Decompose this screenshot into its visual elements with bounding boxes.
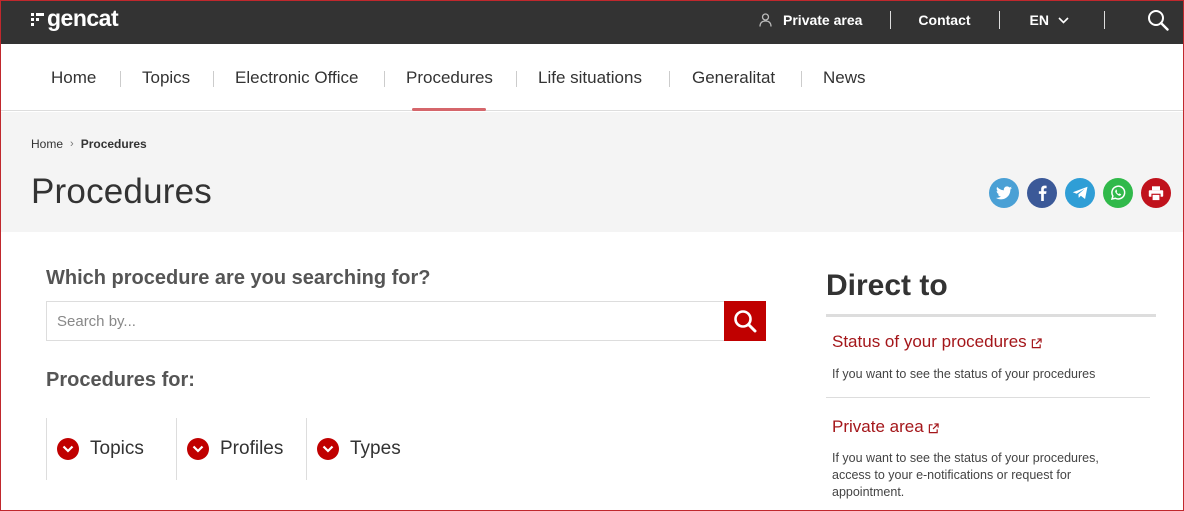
page-header: Home › Procedures Procedures <box>1 112 1183 232</box>
filter-profiles[interactable]: Profiles <box>176 418 306 480</box>
language-label: EN <box>1029 12 1049 28</box>
chevron-down-icon <box>57 438 79 460</box>
status-of-procedures-label: Status of your procedures <box>832 332 1027 351</box>
top-search-button[interactable] <box>1147 9 1169 31</box>
top-utility-nav: Private area Contact EN <box>759 1 1183 39</box>
filter-types-label: Types <box>350 438 401 459</box>
filter-types[interactable]: Types <box>306 418 436 480</box>
nav-item-topics[interactable]: Topics <box>142 68 190 88</box>
private-area-label: Private area <box>783 12 863 28</box>
logo-text: gencat <box>47 5 119 31</box>
status-of-procedures-link[interactable]: Status of your procedures <box>832 332 1042 352</box>
facebook-icon <box>1038 185 1047 201</box>
breadcrumb: Home › Procedures <box>31 137 147 151</box>
whatsapp-icon <box>1110 185 1126 201</box>
search-input[interactable] <box>47 302 724 340</box>
nav-separator <box>213 71 214 87</box>
chevron-down-icon <box>187 438 209 460</box>
top-bar: gencat Private area Contact EN <box>1 1 1183 44</box>
page-title: Procedures <box>31 172 212 211</box>
nav-item-home[interactable]: Home <box>51 68 96 88</box>
chevron-down-icon <box>317 438 339 460</box>
print-button[interactable] <box>1141 178 1171 208</box>
contact-label: Contact <box>918 12 971 28</box>
item-divider <box>826 397 1150 398</box>
status-of-procedures-description: If you want to see the status of your pr… <box>832 367 1096 381</box>
twitter-share-button[interactable] <box>989 178 1019 208</box>
contact-link[interactable]: Contact <box>918 12 970 28</box>
telegram-share-button[interactable] <box>1065 178 1095 208</box>
nav-separator <box>516 71 517 87</box>
filter-profiles-label: Profiles <box>220 438 284 459</box>
private-area-link[interactable]: Private area <box>759 12 862 28</box>
search-button[interactable] <box>724 301 766 341</box>
procedures-for-heading: Procedures for: <box>46 369 195 391</box>
top-separator <box>890 11 892 29</box>
nav-item-news[interactable]: News <box>823 68 866 88</box>
chevron-right-icon: › <box>70 138 74 150</box>
nav-active-indicator <box>412 108 486 111</box>
filter-topics[interactable]: Topics <box>46 418 176 480</box>
direct-to-title: Direct to <box>826 269 948 302</box>
facebook-share-button[interactable] <box>1027 178 1057 208</box>
gencat-logo[interactable]: gencat <box>31 5 119 31</box>
nav-item-generalitat[interactable]: Generalitat <box>692 68 775 88</box>
nav-item-procedures[interactable]: Procedures <box>406 68 493 88</box>
whatsapp-share-button[interactable] <box>1103 178 1133 208</box>
nav-item-life-situations[interactable]: Life situations <box>538 68 642 88</box>
private-area-direct-label: Private area <box>832 417 924 436</box>
nav-item-electronic-office[interactable]: Electronic Office <box>235 68 358 88</box>
direct-to-divider <box>826 314 1156 317</box>
breadcrumb-current: Procedures <box>80 137 147 151</box>
external-link-icon <box>928 422 939 433</box>
telegram-icon <box>1072 186 1087 199</box>
print-icon <box>1148 185 1164 201</box>
twitter-icon <box>996 186 1012 200</box>
search-heading: Which procedure are you searching for? <box>46 267 431 289</box>
breadcrumb-home[interactable]: Home <box>31 137 63 151</box>
language-selector[interactable]: EN <box>1030 12 1069 28</box>
private-area-description: If you want to see the status of your pr… <box>832 451 1099 499</box>
nav-separator <box>384 71 385 87</box>
private-area-direct-link[interactable]: Private area <box>832 417 939 437</box>
top-separator <box>998 11 1000 29</box>
search-icon <box>734 310 757 333</box>
page-frame: gencat Private area Contact EN Home Topi… <box>0 0 1184 511</box>
gencat-logo-mark <box>31 11 44 26</box>
filter-topics-label: Topics <box>90 438 144 459</box>
nav-separator <box>801 71 802 87</box>
top-separator <box>1104 11 1105 29</box>
nav-separator <box>669 71 670 87</box>
main-nav: Home Topics Electronic Office Procedures… <box>1 44 1183 111</box>
chevron-down-icon <box>1058 16 1069 24</box>
external-link-icon <box>1031 337 1042 348</box>
search-field <box>46 301 725 341</box>
nav-separator <box>120 71 121 87</box>
search-icon <box>1148 10 1169 31</box>
user-icon <box>759 13 772 27</box>
